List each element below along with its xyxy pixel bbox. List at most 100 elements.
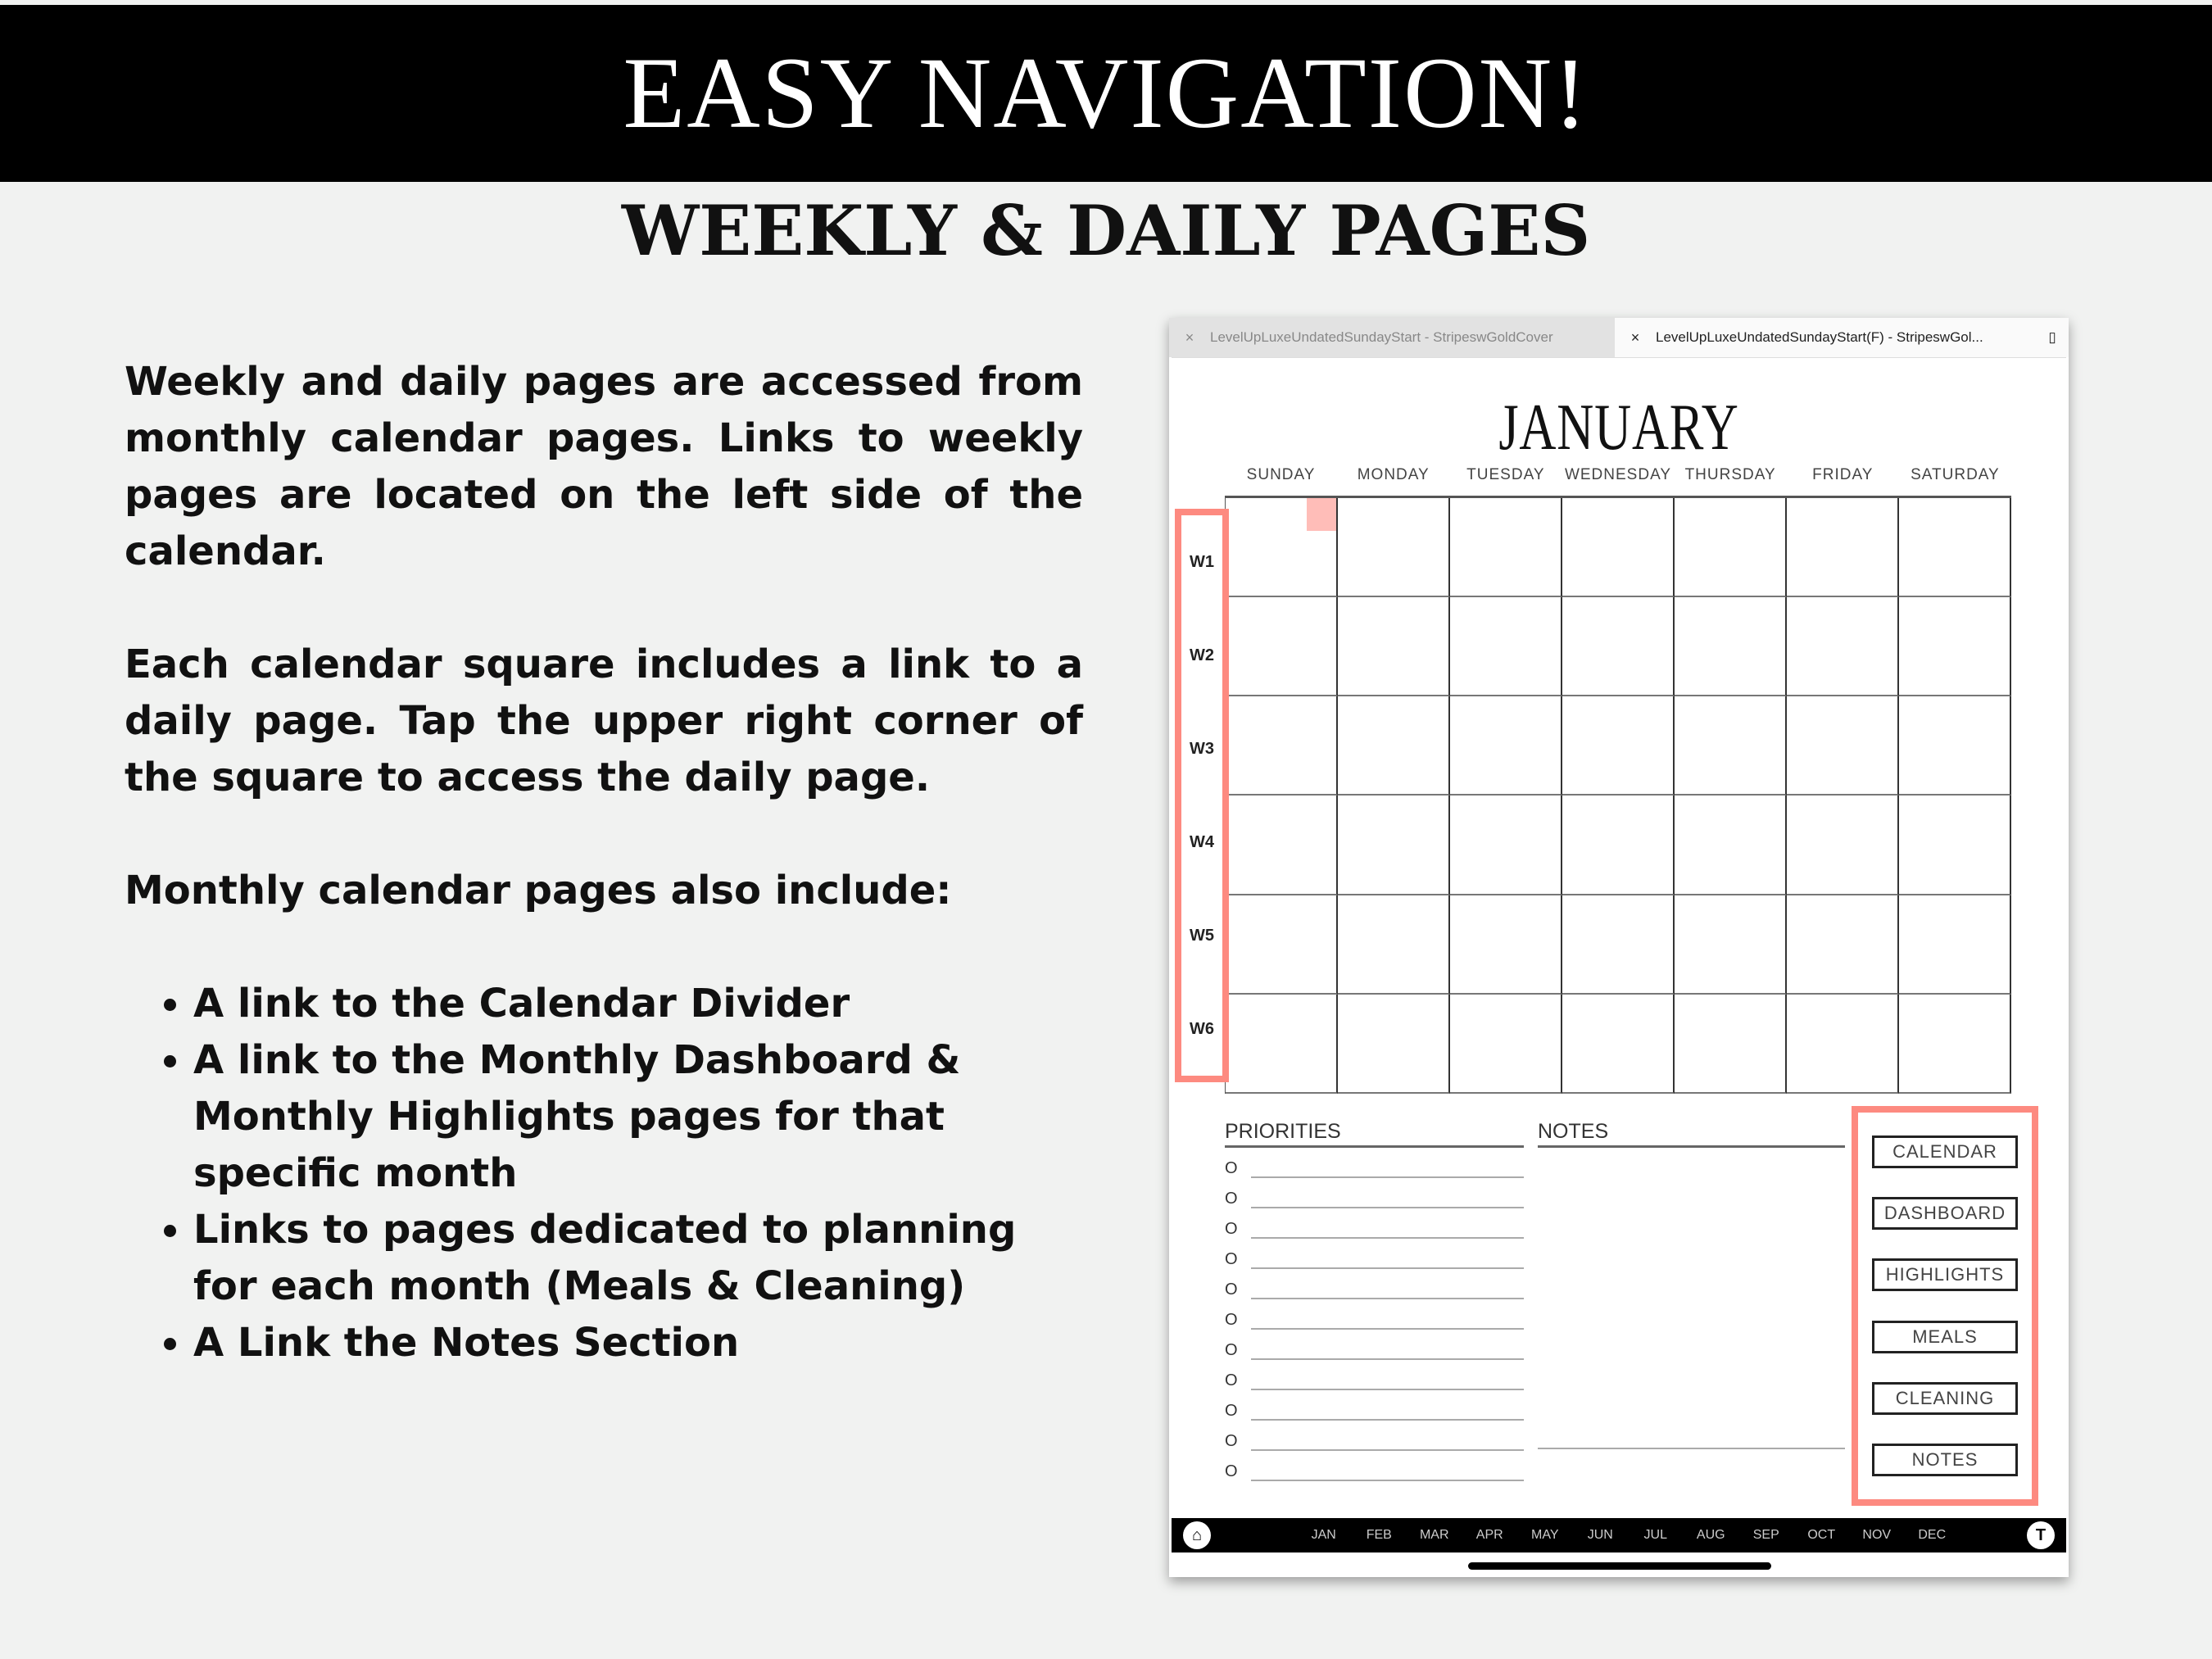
day-cell[interactable] — [1226, 895, 1338, 995]
t-logo-icon[interactable]: T — [2027, 1521, 2055, 1549]
month-tab[interactable]: JUN — [1573, 1528, 1629, 1543]
priority-row[interactable]: O — [1225, 1421, 1524, 1451]
day-cell[interactable] — [1787, 597, 1899, 697]
priority-line[interactable] — [1251, 1451, 1524, 1481]
day-cell[interactable] — [1899, 498, 2011, 598]
tab-active[interactable]: × LevelUpLuxeUndatedSundayStart(F) - Stri… — [1615, 318, 2069, 357]
close-icon[interactable]: × — [1169, 329, 1210, 347]
priority-row[interactable]: O — [1225, 1178, 1524, 1208]
day-cell[interactable] — [1562, 895, 1675, 995]
month-tab[interactable]: AUG — [1684, 1528, 1739, 1543]
daily-link-corner[interactable] — [1307, 498, 1336, 531]
month-tab[interactable]: MAY — [1517, 1528, 1573, 1543]
month-tab[interactable]: SEP — [1738, 1528, 1794, 1543]
priority-line[interactable] — [1251, 1178, 1524, 1208]
day-cell[interactable] — [1450, 994, 1562, 1094]
home-icon[interactable]: ⌂ — [1183, 1521, 1211, 1549]
day-cell[interactable] — [1450, 895, 1562, 995]
month-tab[interactable]: NOV — [1849, 1528, 1905, 1543]
priority-line[interactable] — [1251, 1148, 1524, 1178]
dashboard-button[interactable]: DASHBOARD — [1872, 1196, 2018, 1230]
priority-row[interactable]: O — [1225, 1239, 1524, 1269]
day-cell[interactable] — [1899, 994, 2011, 1094]
priority-line[interactable] — [1251, 1269, 1524, 1299]
checkbox-icon[interactable]: O — [1225, 1159, 1251, 1178]
day-cell[interactable] — [1675, 597, 1787, 697]
priority-row[interactable]: O — [1225, 1269, 1524, 1299]
day-cell[interactable] — [1675, 895, 1787, 995]
checkbox-icon[interactable]: O — [1225, 1402, 1251, 1421]
day-cell[interactable] — [1899, 696, 2011, 796]
priority-line[interactable] — [1251, 1239, 1524, 1269]
checkbox-icon[interactable]: O — [1225, 1250, 1251, 1269]
checkbox-icon[interactable]: O — [1225, 1432, 1251, 1451]
day-cell[interactable] — [1450, 498, 1562, 598]
month-tab[interactable]: OCT — [1794, 1528, 1850, 1543]
priority-row[interactable]: O — [1225, 1390, 1524, 1421]
day-cell[interactable] — [1450, 696, 1562, 796]
checkbox-icon[interactable]: O — [1225, 1311, 1251, 1330]
day-cell[interactable] — [1226, 498, 1338, 598]
day-cell[interactable] — [1899, 895, 2011, 995]
priority-line[interactable] — [1251, 1421, 1524, 1451]
day-cell[interactable] — [1562, 597, 1675, 697]
notes-button[interactable]: NOTES — [1872, 1444, 2018, 1477]
priority-row[interactable]: O — [1225, 1148, 1524, 1178]
tab-cover[interactable]: × LevelUpLuxeUndatedSundayStart - Stripes… — [1169, 318, 1615, 357]
day-cell[interactable] — [1226, 994, 1338, 1094]
day-cell[interactable] — [1787, 498, 1899, 598]
checkbox-icon[interactable]: O — [1225, 1371, 1251, 1390]
day-cell[interactable] — [1226, 597, 1338, 697]
priority-row[interactable]: O — [1225, 1330, 1524, 1360]
meals-button[interactable]: MEALS — [1872, 1320, 2018, 1353]
day-cell[interactable] — [1787, 994, 1899, 1094]
priority-row[interactable]: O — [1225, 1451, 1524, 1481]
day-cell[interactable] — [1562, 696, 1675, 796]
day-cell[interactable] — [1450, 796, 1562, 895]
priority-line[interactable] — [1251, 1330, 1524, 1360]
day-cell[interactable] — [1338, 895, 1450, 995]
month-tab[interactable]: JAN — [1296, 1528, 1352, 1543]
checkbox-icon[interactable]: O — [1225, 1341, 1251, 1360]
day-cell[interactable] — [1675, 994, 1787, 1094]
day-cell[interactable] — [1338, 696, 1450, 796]
day-cell[interactable] — [1787, 796, 1899, 895]
day-cell[interactable] — [1675, 696, 1787, 796]
month-tab[interactable]: APR — [1462, 1528, 1518, 1543]
day-cell[interactable] — [1338, 498, 1450, 598]
day-cell[interactable] — [1562, 498, 1675, 598]
month-tab[interactable]: JUL — [1628, 1528, 1684, 1543]
day-cell[interactable] — [1787, 895, 1899, 995]
cleaning-button[interactable]: CLEANING — [1872, 1381, 2018, 1415]
checkbox-icon[interactable]: O — [1225, 1281, 1251, 1299]
day-cell[interactable] — [1562, 796, 1675, 895]
week-link[interactable]: W3 — [1190, 740, 1214, 759]
month-tab[interactable]: MAR — [1407, 1528, 1462, 1543]
day-cell[interactable] — [1899, 796, 2011, 895]
priority-line[interactable] — [1251, 1360, 1524, 1390]
priority-line[interactable] — [1251, 1208, 1524, 1239]
priority-row[interactable]: O — [1225, 1360, 1524, 1390]
month-tab[interactable]: FEB — [1352, 1528, 1407, 1543]
day-cell[interactable] — [1226, 696, 1338, 796]
day-cell[interactable] — [1338, 597, 1450, 697]
week-link[interactable]: W4 — [1190, 833, 1214, 852]
week-link[interactable]: W2 — [1190, 646, 1214, 665]
day-cell[interactable] — [1899, 597, 2011, 697]
highlights-button[interactable]: HIGHLIGHTS — [1872, 1258, 2018, 1292]
checkbox-icon[interactable]: O — [1225, 1190, 1251, 1208]
checkbox-icon[interactable]: O — [1225, 1220, 1251, 1239]
day-cell[interactable] — [1338, 994, 1450, 1094]
week-link[interactable]: W5 — [1190, 927, 1214, 945]
priority-row[interactable]: O — [1225, 1208, 1524, 1239]
calendar-button[interactable]: CALENDAR — [1872, 1135, 2018, 1168]
close-icon[interactable]: × — [1615, 329, 1656, 347]
day-cell[interactable] — [1675, 796, 1787, 895]
priority-row[interactable]: O — [1225, 1299, 1524, 1330]
day-cell[interactable] — [1675, 498, 1787, 598]
checkbox-icon[interactable]: O — [1225, 1462, 1251, 1481]
day-cell[interactable] — [1787, 696, 1899, 796]
week-link[interactable]: W6 — [1190, 1020, 1214, 1039]
day-cell[interactable] — [1562, 994, 1675, 1094]
day-cell[interactable] — [1226, 796, 1338, 895]
